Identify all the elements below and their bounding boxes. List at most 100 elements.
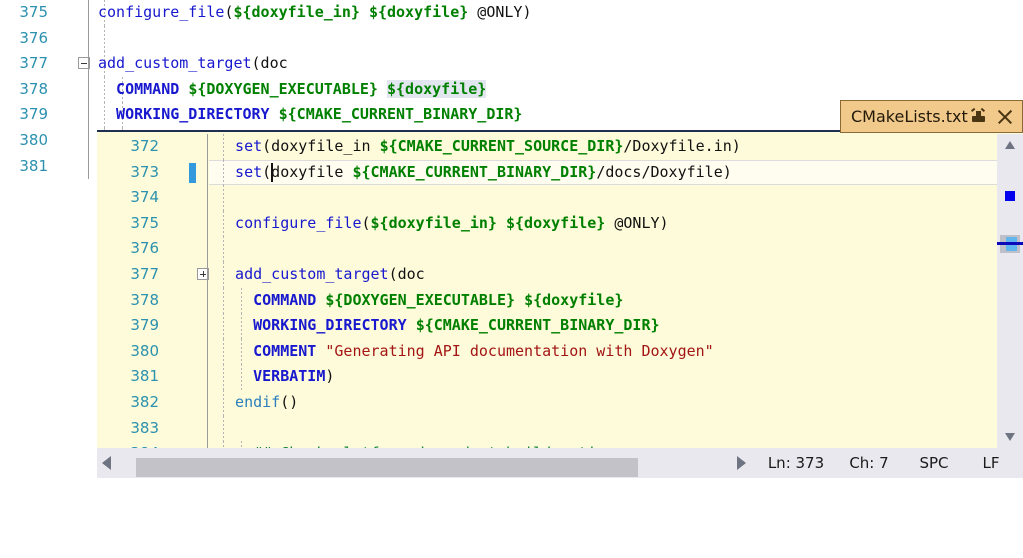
- peek-vertical-scrollbar[interactable]: [997, 134, 1023, 448]
- gutter-separator: [88, 51, 89, 77]
- peek-line[interactable]: 377 add_custom_target(doc: [97, 261, 997, 288]
- close-icon[interactable]: [997, 109, 1013, 125]
- code-token: ${doxyfile_in}: [233, 3, 360, 21]
- line-number: 379: [19, 105, 48, 124]
- gutter-separator: [88, 153, 89, 180]
- code-text: endif(): [217, 390, 298, 416]
- line-number: 382: [130, 392, 159, 411]
- code-token: ${CMAKE_CURRENT_BINARY_DIR}: [352, 162, 597, 181]
- gutter-separator: [207, 261, 208, 288]
- code-token: @ONLY): [468, 3, 532, 21]
- peek-line-list[interactable]: 372 set(doxyfile_in ${CMAKE_CURRENT_SOUR…: [97, 134, 997, 448]
- editor-line[interactable]: 375 configure_file(${doxyfile_in} ${doxyf…: [0, 0, 1023, 26]
- peek-definition-window[interactable]: 372 set(doxyfile_in ${CMAKE_CURRENT_SOUR…: [97, 130, 1023, 478]
- line-number: 378: [19, 79, 48, 98]
- peek-horizontal-scrollbar[interactable]: [97, 448, 757, 478]
- code-token: add_custom_target: [98, 54, 252, 73]
- gutter-separator: [207, 159, 208, 186]
- code-token: (doxyfile: [262, 162, 353, 181]
- scrollbar-caret-marker: [997, 242, 1023, 245]
- horizontal-scrollbar-track[interactable]: [116, 453, 736, 477]
- pin-icon[interactable]: [970, 107, 987, 125]
- code-token: ): [325, 367, 335, 386]
- code-token: ${doxyfile}: [368, 3, 469, 21]
- status-column-number: Ch: 7: [849, 454, 889, 472]
- gutter-separator: [207, 415, 208, 442]
- editor-line[interactable]: 378 COMMAND ${DOXYGEN_EXECUTABLE} ${doxy…: [0, 76, 1023, 103]
- line-number: 376: [130, 239, 159, 258]
- editor-line[interactable]: 376: [0, 25, 1023, 52]
- scroll-up-button[interactable]: [997, 134, 1023, 156]
- triangle-right-icon[interactable]: [737, 456, 746, 470]
- gutter-separator: [207, 364, 208, 390]
- fold-toggle[interactable]: [197, 262, 213, 288]
- peek-line[interactable]: 372 set(doxyfile_in ${CMAKE_CURRENT_SOUR…: [97, 134, 997, 160]
- peek-line[interactable]: 374: [97, 185, 997, 211]
- peek-line[interactable]: 384 ## Check platform dependent build op…: [97, 441, 997, 448]
- code-text: WORKING_DIRECTORY ${CMAKE_CURRENT_BINARY…: [217, 313, 660, 339]
- code-text: set(doxyfile ${CMAKE_CURRENT_BINARY_DIR}…: [217, 160, 732, 186]
- code-text: add_custom_target(doc: [217, 262, 425, 288]
- gutter-separator: [207, 313, 208, 339]
- peek-line[interactable]: 380 COMMENT "Generating API documentatio…: [97, 338, 997, 365]
- peek-line[interactable]: 376: [97, 236, 997, 262]
- peek-line[interactable]: 373 set(doxyfile ${CMAKE_CURRENT_BINARY_…: [97, 159, 997, 186]
- gutter-separator: [207, 134, 208, 160]
- status-indent-mode: SPC: [919, 454, 949, 472]
- code-token: ${doxyfile_in}: [370, 213, 497, 232]
- code-token: "Generating API documentation with Doxyg…: [325, 341, 714, 360]
- triangle-down-icon: [1005, 433, 1015, 441]
- code-token: COMMAND: [98, 79, 189, 98]
- code-token: /Doxyfile.in): [623, 137, 741, 155]
- line-number: 377: [130, 264, 159, 283]
- status-line-number: Ln: 373: [767, 454, 825, 472]
- gutter-separator: [88, 25, 89, 52]
- editor-line[interactable]: 377 add_custom_target(doc: [0, 51, 1023, 77]
- peek-line[interactable]: 383: [97, 415, 997, 442]
- peek-line[interactable]: 379 WORKING_DIRECTORY ${CMAKE_CURRENT_BI…: [97, 313, 997, 339]
- fold-toggle[interactable]: [78, 51, 94, 77]
- code-token: ${CMAKE_CURRENT_BINARY_DIR}: [278, 105, 523, 124]
- peek-bottom-bar: Ln: 373 Ch: 7 SPC LF: [97, 448, 1023, 478]
- code-token: configure_file: [98, 3, 225, 21]
- text-caret: [271, 162, 273, 182]
- code-text: configure_file(${doxyfile_in} ${doxyfile…: [217, 211, 669, 237]
- peek-header[interactable]: CMakeLists.txt: [840, 100, 1023, 133]
- peek-line[interactable]: 378 COMMAND ${DOXYGEN_EXECUTABLE} ${doxy…: [97, 287, 997, 314]
- screen-root: 375 configure_file(${doxyfile_in} ${doxyf…: [0, 0, 1023, 558]
- line-number: 378: [130, 290, 159, 309]
- line-number: 383: [130, 418, 159, 437]
- peek-line[interactable]: 375 configure_file(${doxyfile_in} ${doxy…: [97, 210, 997, 237]
- peek-line[interactable]: 381 VERBATIM): [97, 364, 997, 390]
- code-text: VERBATIM): [217, 364, 334, 390]
- line-number: 379: [130, 316, 159, 335]
- peek-line[interactable]: 382 endif(): [97, 389, 997, 416]
- gutter-separator: [88, 76, 89, 103]
- code-token: VERBATIM: [217, 367, 326, 386]
- line-number: 376: [19, 28, 48, 47]
- indent-guide: [104, 25, 105, 52]
- code-token: (): [280, 392, 299, 411]
- triangle-left-icon[interactable]: [102, 456, 111, 470]
- indent-guide: [223, 415, 224, 442]
- code-token: WORKING_DIRECTORY: [98, 105, 279, 124]
- gutter-separator: [207, 185, 208, 211]
- peek-status-bar: Ln: 373 Ch: 7 SPC LF: [757, 448, 1017, 478]
- horizontal-scrollbar-thumb[interactable]: [136, 458, 638, 477]
- scrollbar-bookmark-marker: [1005, 191, 1015, 201]
- indent-guide: [223, 185, 224, 211]
- code-token: ${CMAKE_CURRENT_BINARY_DIR}: [415, 316, 660, 335]
- line-number: 375: [130, 213, 159, 232]
- gutter-separator: [207, 441, 208, 448]
- gutter-separator: [207, 210, 208, 237]
- gutter-separator: [207, 287, 208, 314]
- code-token: ${doxyfile}: [524, 290, 624, 309]
- code-text: COMMENT "Generating API documentation wi…: [217, 339, 714, 365]
- code-token: (doc: [388, 264, 425, 283]
- line-number: 372: [130, 137, 159, 155]
- scroll-down-button[interactable]: [997, 426, 1023, 448]
